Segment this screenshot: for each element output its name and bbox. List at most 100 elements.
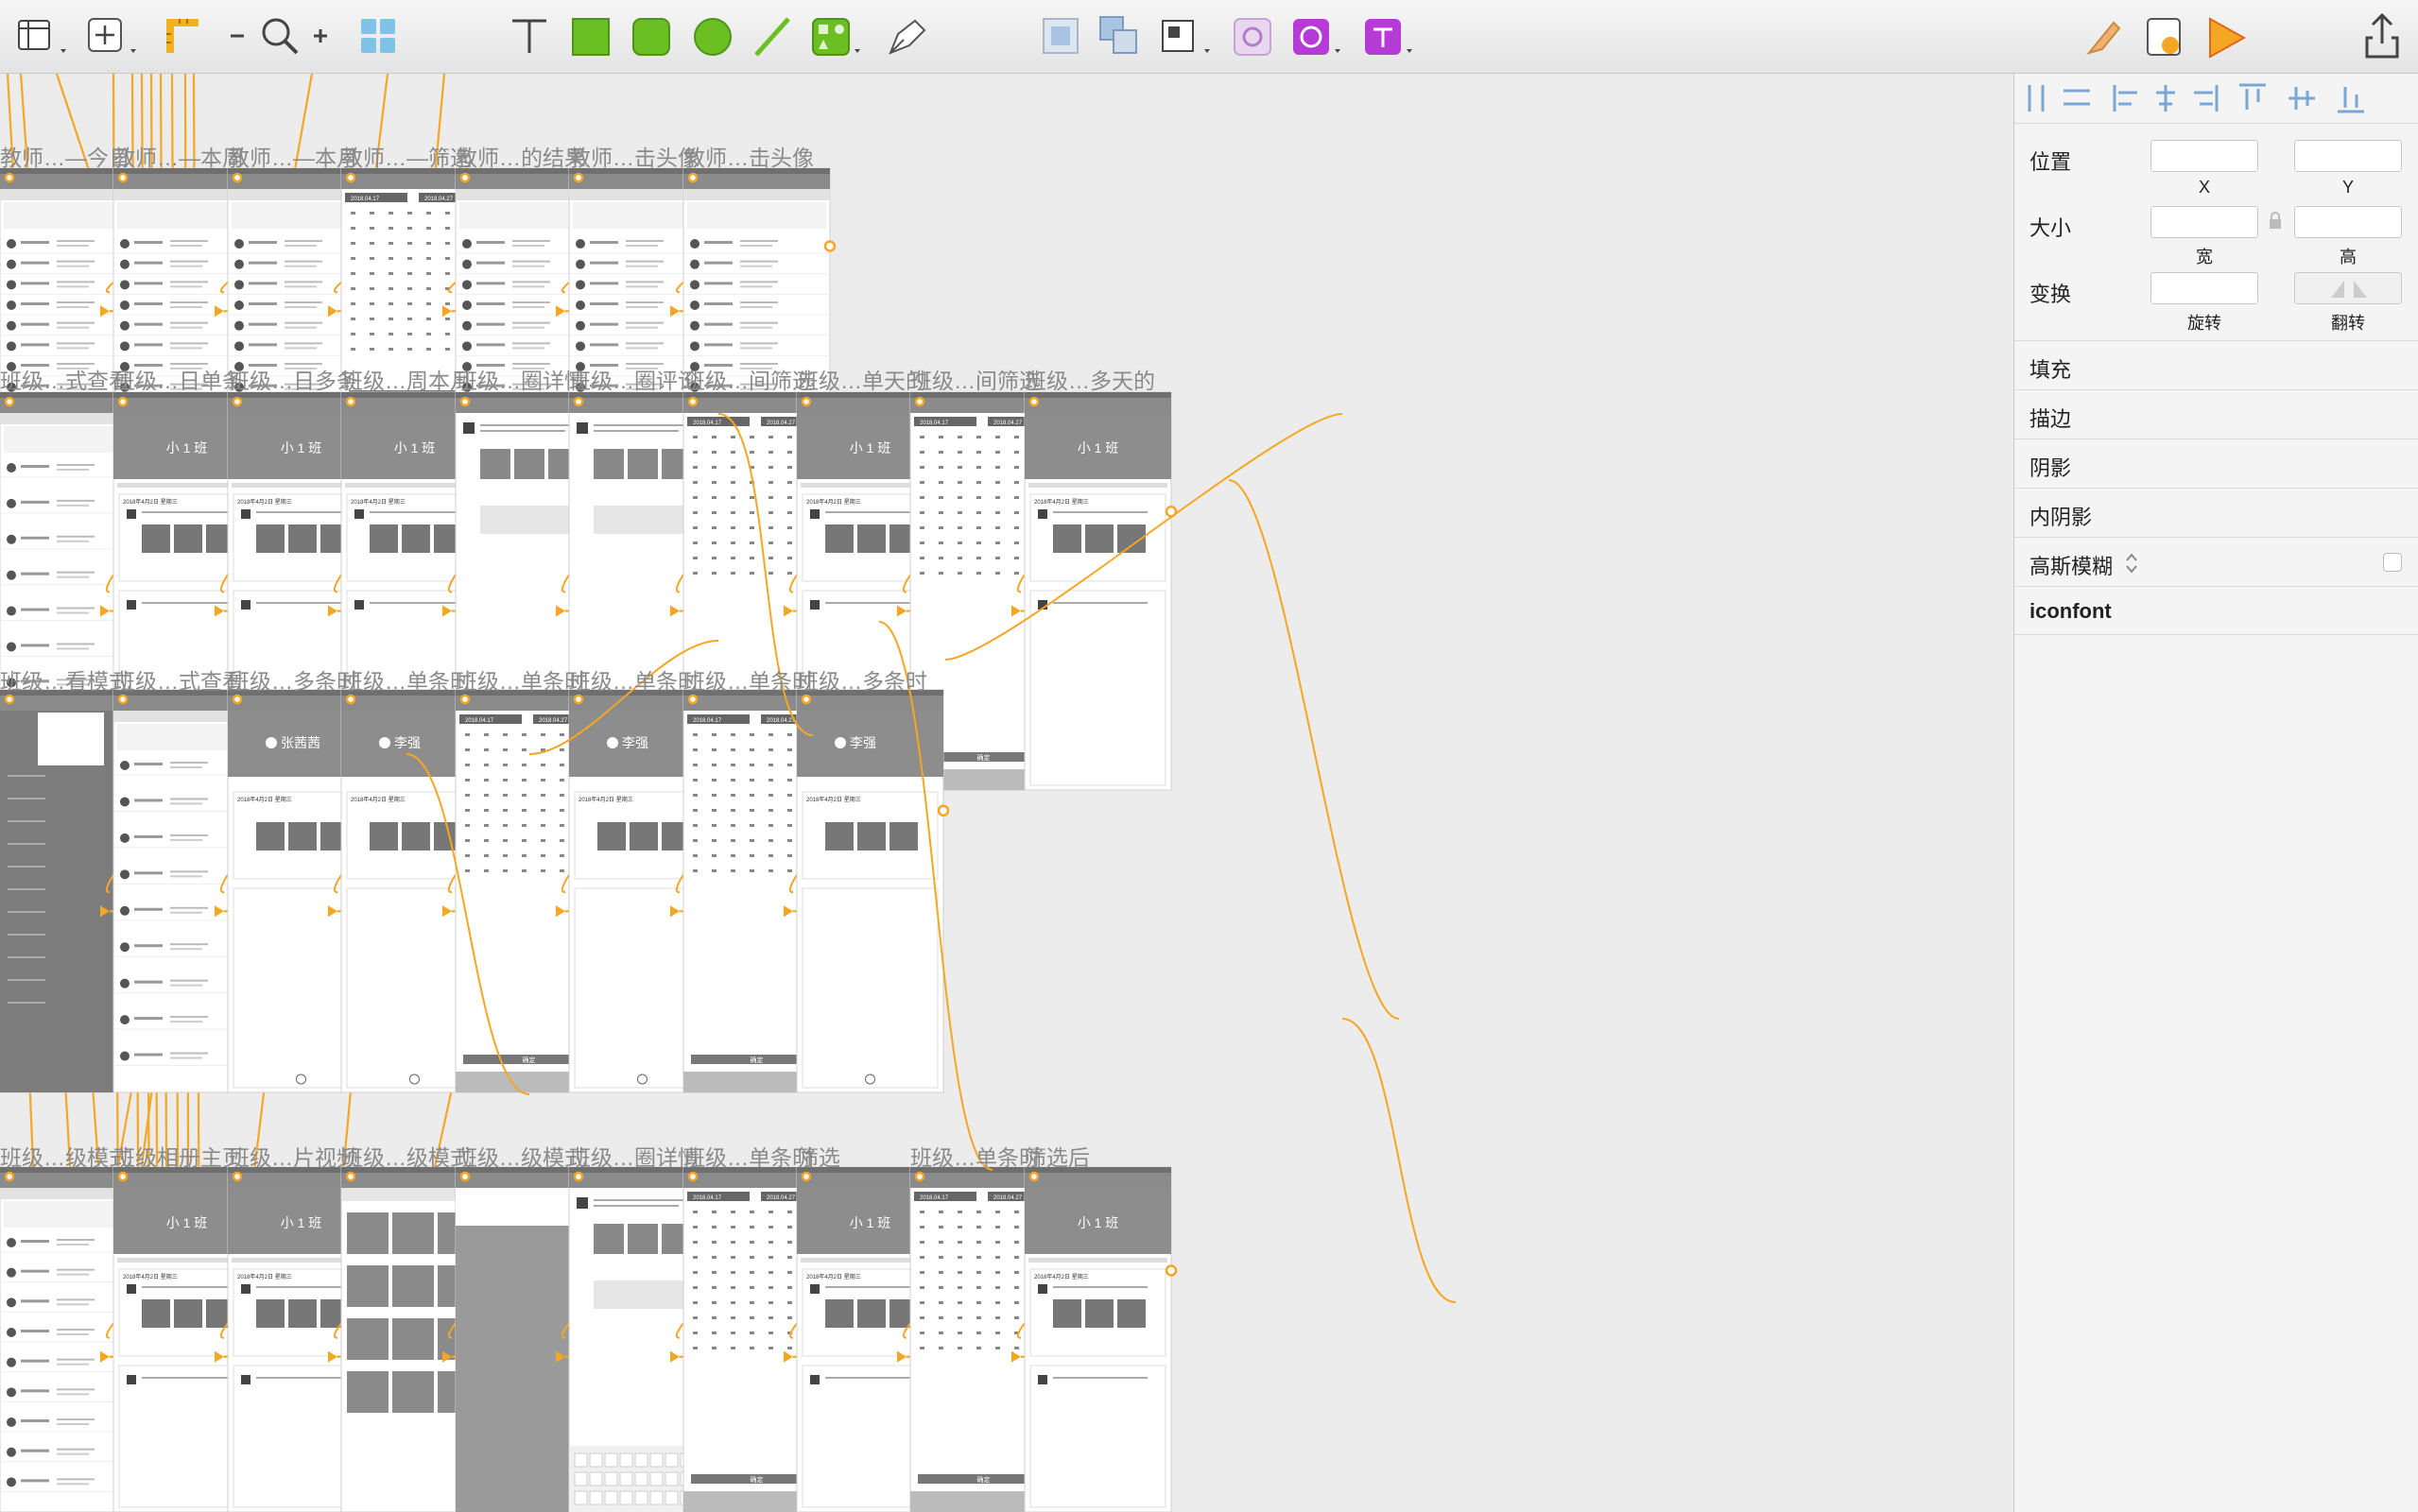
link-hotspot[interactable] <box>573 1171 584 1182</box>
link-hotspot[interactable] <box>823 240 837 252</box>
artboard-title[interactable]: 班级…间筛选 <box>683 363 814 395</box>
link-hotspot[interactable] <box>1028 1171 1040 1182</box>
link-hotspot[interactable] <box>914 1171 925 1182</box>
link-hotspot[interactable] <box>1165 1264 1178 1277</box>
refresh-icon[interactable] <box>1234 18 1271 56</box>
link-hotspot[interactable] <box>801 1171 812 1182</box>
keyboard-key[interactable] <box>634 1452 648 1468</box>
resize-icon[interactable] <box>1162 20 1210 53</box>
keyboard-key[interactable] <box>619 1471 633 1486</box>
artboard-title[interactable]: 筛选后 <box>1025 1140 1090 1172</box>
artboard-title[interactable]: 班级…级模式 <box>341 1140 472 1172</box>
artboard-title[interactable]: 教师…击头像 <box>569 140 699 172</box>
link-hotspot[interactable] <box>117 694 129 705</box>
rectangle-tool-icon[interactable] <box>572 18 610 56</box>
keyboard-key[interactable] <box>649 1471 664 1486</box>
lock-icon[interactable] <box>2268 212 2283 231</box>
preview-icon[interactable] <box>2147 18 2181 56</box>
align-left-icon[interactable] <box>2113 85 2137 112</box>
link-hotspot[interactable] <box>687 396 699 407</box>
share-icon[interactable] <box>2365 12 2399 59</box>
distribute-vertical-icon[interactable] <box>2064 89 2090 106</box>
artboard-title[interactable]: 教师…—今日 <box>0 140 130 172</box>
link-hotspot[interactable] <box>459 1171 471 1182</box>
artboard-title[interactable]: 班级…多天的 <box>1025 363 1155 395</box>
keyboard-key[interactable] <box>649 1490 664 1505</box>
rotate-input[interactable] <box>2150 272 2258 304</box>
plugin-icon[interactable] <box>1293 19 1340 55</box>
link-hotspot[interactable] <box>232 1171 243 1182</box>
artboard-title[interactable]: 班级…圈详情 <box>569 1140 699 1172</box>
border-section[interactable]: 描边 <box>2014 389 2418 438</box>
link-hotspot[interactable] <box>117 172 129 183</box>
keyboard-key[interactable] <box>649 1452 664 1468</box>
blur-checkbox[interactable] <box>2383 553 2402 572</box>
link-hotspot[interactable] <box>914 396 925 407</box>
keyboard-key[interactable] <box>604 1471 618 1486</box>
artboard-title[interactable]: 班级…多条时 <box>228 663 358 696</box>
link-hotspot[interactable] <box>345 1171 356 1182</box>
play-icon[interactable] <box>2209 17 2247 59</box>
artboard[interactable]: 李强 2018年4月2日 星期三 <box>796 689 950 1093</box>
keyboard-key[interactable] <box>574 1490 588 1505</box>
insert-icon[interactable] <box>88 18 136 53</box>
pen-tool-icon[interactable] <box>889 19 926 55</box>
line-tool-icon[interactable] <box>754 17 790 57</box>
inner-shadow-section[interactable]: 内阴影 <box>2014 488 2418 537</box>
artboard-title[interactable]: 班级…式查看 <box>113 663 244 696</box>
link-hotspot[interactable] <box>459 694 471 705</box>
artboard-title[interactable]: 班级相册主页 <box>113 1140 244 1172</box>
flip-control[interactable] <box>2294 272 2402 304</box>
artboard-title[interactable]: 教师…击头像 <box>683 140 814 172</box>
link-hotspot[interactable] <box>573 172 584 183</box>
artboard-title[interactable]: 班级…日单条 <box>113 363 244 395</box>
keyboard-key[interactable] <box>634 1471 648 1486</box>
keyboard-key[interactable] <box>665 1490 679 1505</box>
rounded-rect-tool-icon[interactable] <box>632 18 670 56</box>
keyboard-key[interactable] <box>604 1490 618 1505</box>
flip-icon[interactable] <box>2295 273 2403 305</box>
artboard-title[interactable]: 班级…单天的 <box>797 363 927 395</box>
artboard-title[interactable]: 班级…圈评论 <box>569 363 699 395</box>
artboard-title[interactable]: 班级…片视频 <box>228 1140 358 1172</box>
blur-section[interactable]: 高斯模糊 <box>2014 537 2418 586</box>
artboard-title[interactable]: 班级…式查看 <box>0 363 130 395</box>
link-hotspot[interactable] <box>687 1171 699 1182</box>
keyboard-key[interactable] <box>619 1452 633 1468</box>
link-hotspot[interactable] <box>4 172 15 183</box>
artboard-title[interactable]: 班级…看模式 <box>0 663 130 696</box>
artboard[interactable]: 小 1 班 2018年4月2日 星期三 <box>1024 1166 1178 1512</box>
symbols-icon[interactable] <box>361 19 395 53</box>
blur-type-stepper-icon[interactable] <box>2124 551 2139 576</box>
keyboard-key[interactable] <box>589 1452 603 1468</box>
zoom-in-icon[interactable] <box>314 29 327 43</box>
link-hotspot[interactable] <box>1028 396 1040 407</box>
keyboard-key[interactable] <box>665 1471 679 1486</box>
artboard-title[interactable]: 班级…单条时 <box>683 1140 814 1172</box>
keyboard-key[interactable] <box>574 1471 588 1486</box>
link-hotspot[interactable] <box>573 694 584 705</box>
artboard-title[interactable]: 筛选 <box>797 1140 840 1172</box>
link-hotspot[interactable] <box>459 172 471 183</box>
x-input[interactable] <box>2150 140 2258 172</box>
link-hotspot[interactable] <box>232 694 243 705</box>
artboard-title[interactable]: 班级…级模式 <box>0 1140 130 1172</box>
text-tool-icon[interactable] <box>512 19 546 53</box>
artboard[interactable]: 小 1 班 2018年4月2日 星期三 <box>1024 391 1178 791</box>
y-input[interactable] <box>2294 140 2402 172</box>
keyboard-key[interactable] <box>604 1452 618 1468</box>
keyboard-key[interactable] <box>634 1490 648 1505</box>
ungroup-icon[interactable] <box>1099 16 1137 54</box>
artboard-title[interactable]: 班级…多条时 <box>797 663 927 696</box>
keyboard-key[interactable] <box>574 1452 588 1468</box>
keyboard-key[interactable] <box>589 1471 603 1486</box>
link-hotspot[interactable] <box>459 396 471 407</box>
link-hotspot[interactable] <box>937 804 950 817</box>
artboard-title[interactable]: 班级…单条时 <box>341 663 472 696</box>
link-hotspot[interactable] <box>345 396 356 407</box>
dropdown-menu[interactable] <box>38 713 104 765</box>
link-hotspot[interactable] <box>4 396 15 407</box>
distribute-horizontal-icon[interactable] <box>2028 85 2045 112</box>
width-input[interactable] <box>2150 206 2258 238</box>
align-right-icon[interactable] <box>2194 85 2219 112</box>
